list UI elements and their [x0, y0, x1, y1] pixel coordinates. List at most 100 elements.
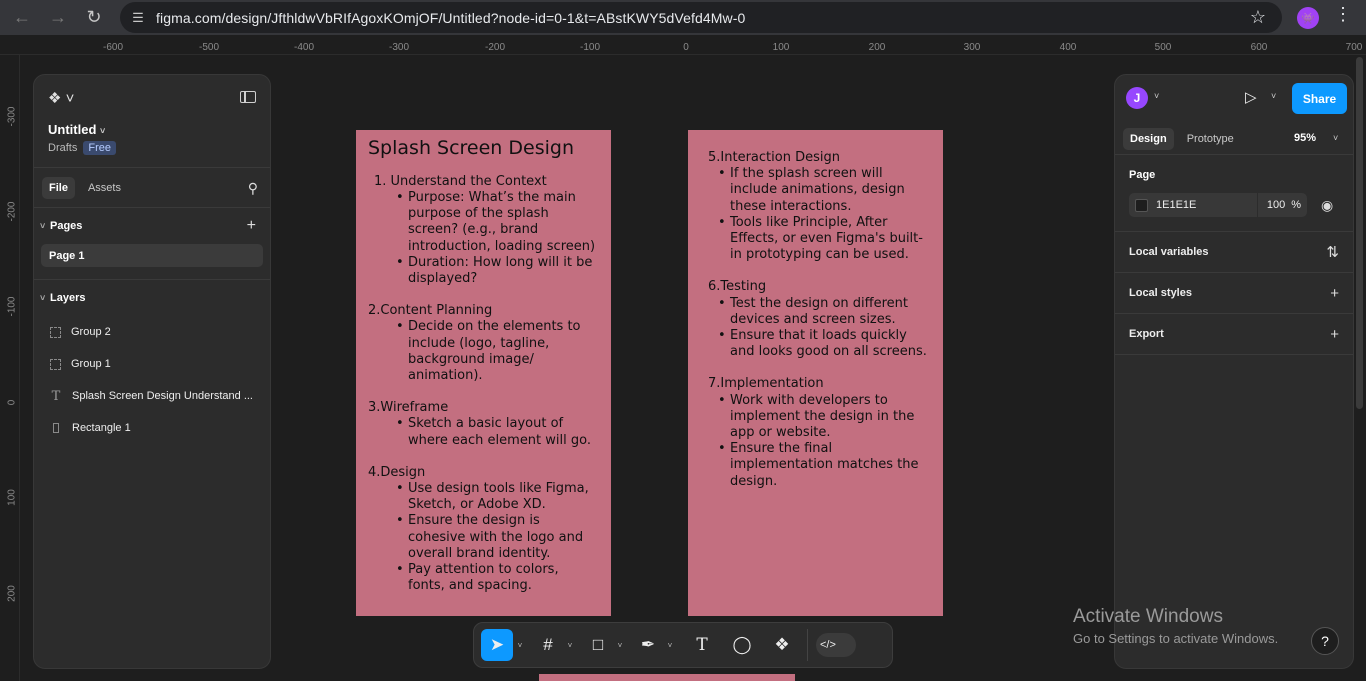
rectangle-tool-icon[interactable]: □: [583, 629, 613, 661]
site-info-icon[interactable]: ☰: [120, 10, 156, 26]
layers-header[interactable]: ˅ Layers: [34, 280, 270, 316]
watermark-subtitle: Go to Settings to activate Windows.: [1073, 631, 1279, 646]
frame-tool-icon[interactable]: #: [533, 629, 563, 661]
ruler-tick: -500: [198, 42, 220, 53]
tab-file[interactable]: File: [42, 176, 75, 199]
opacity-value[interactable]: 100: [1267, 199, 1285, 211]
forward-icon[interactable]: →: [40, 0, 76, 35]
list-item: If the splash screen will include animat…: [718, 166, 931, 215]
ruler-tick: 100: [772, 42, 790, 53]
ruler-tick: -400: [293, 42, 315, 53]
chevron-down-icon[interactable]: ˅: [1154, 91, 1159, 101]
background-fill-row: 1E1E1E 100 % ◉: [1129, 193, 1353, 217]
chevron-down-icon: ˅: [40, 221, 46, 231]
back-icon[interactable]: ←: [4, 0, 40, 35]
drafts-link[interactable]: Drafts: [48, 142, 77, 154]
layer-row[interactable]: T Splash Screen Design Understand ...: [34, 380, 270, 412]
list-item: Duration: How long will it be displayed?: [396, 255, 599, 287]
chevron-down-icon[interactable]: ˅: [513, 641, 527, 650]
tab-design[interactable]: Design: [1123, 127, 1174, 150]
chevron-down-icon[interactable]: ˅: [563, 641, 577, 650]
variables-sliders-icon[interactable]: ⇅: [1326, 243, 1339, 261]
help-button[interactable]: ?: [1311, 627, 1339, 655]
search-icon[interactable]: ⚲: [248, 180, 258, 197]
share-button[interactable]: Share: [1292, 83, 1347, 114]
move-tool-icon[interactable]: ➤: [481, 629, 513, 661]
export-label: Export: [1129, 328, 1164, 340]
canvas-scrollbar[interactable]: [1356, 57, 1363, 409]
list-item: Ensure that it loads quickly and looks g…: [718, 328, 931, 360]
local-styles-row[interactable]: Local styles +: [1115, 273, 1353, 314]
layer-name: Rectangle 1: [72, 422, 131, 434]
avatar[interactable]: J: [1126, 87, 1148, 109]
file-name-button[interactable]: Untitled ˅: [48, 122, 105, 137]
fill-hex[interactable]: 1E1E1E: [1156, 199, 1196, 211]
browser-toolbar: ← → ↻ ☰ figma.com/design/JfthldwVbRIfAgo…: [0, 0, 1366, 35]
section-heading: 1. Understand the Context: [374, 173, 547, 189]
address-bar[interactable]: ☰ figma.com/design/JfthldwVbRIfAgoxKOmjO…: [120, 2, 1282, 33]
ruler-horizontal: -600 -500 -400 -300 -200 -100 0 100 200 …: [0, 41, 1366, 55]
actions-tool-icon[interactable]: ❖: [765, 629, 799, 661]
chevron-down-icon[interactable]: ˅: [1333, 133, 1338, 143]
section-heading: 4.Design: [368, 464, 426, 480]
export-row[interactable]: Export +: [1115, 314, 1353, 355]
comment-tool-icon[interactable]: ◯: [725, 629, 759, 661]
local-variables-label: Local variables: [1129, 246, 1209, 258]
pages-header[interactable]: ˅ Pages +: [34, 208, 270, 244]
zoom-level[interactable]: 95%: [1294, 132, 1316, 144]
bullet-list: Work with developers to implement the de…: [708, 393, 931, 490]
reload-icon[interactable]: ↻: [76, 0, 112, 35]
add-style-icon[interactable]: +: [1330, 285, 1339, 302]
bookmark-star-icon[interactable]: ☆: [1250, 7, 1266, 28]
ruler-tick: -200: [6, 201, 18, 222]
layer-row[interactable]: Group 1: [34, 348, 270, 380]
figma-menu-icon[interactable]: ❖ ˅: [48, 89, 74, 107]
fill-color-field[interactable]: 1E1E1E: [1129, 193, 1257, 217]
page-item[interactable]: Page 1: [41, 244, 263, 267]
plan-badge[interactable]: Free: [83, 141, 116, 155]
tab-prototype[interactable]: Prototype: [1180, 128, 1241, 150]
add-export-icon[interactable]: +: [1330, 326, 1339, 343]
opacity-field[interactable]: 100 %: [1257, 193, 1307, 217]
canvas-frame-group-2[interactable]: 5.Interaction Design If the splash scree…: [688, 130, 943, 616]
color-swatch[interactable]: [1135, 198, 1148, 212]
bullet-list: Purpose: What’s the main purpose of the …: [368, 190, 599, 287]
file-location: Drafts Free: [48, 141, 116, 155]
local-variables-row[interactable]: Local variables ⇅: [1115, 232, 1353, 273]
profile-avatar[interactable]: 👾: [1297, 7, 1319, 29]
list-item: Ensure the design is cohesive with the l…: [396, 513, 599, 562]
add-page-icon[interactable]: +: [247, 217, 256, 235]
bullet-list: Use design tools like Figma, Sketch, or …: [368, 481, 599, 594]
pen-tool-icon[interactable]: ✒: [633, 629, 663, 661]
ruler-tick: 300: [963, 42, 981, 53]
dev-mode-toggle[interactable]: </>: [816, 633, 856, 657]
canvas-frame-group-1[interactable]: Splash Screen Design 1. Understand the C…: [356, 130, 611, 616]
list-item: Ensure the final implementation matches …: [718, 441, 931, 490]
browser-menu-icon[interactable]: ⋮: [1334, 4, 1352, 25]
ruler-tick: 400: [1059, 42, 1077, 53]
chevron-down-icon[interactable]: ˅: [663, 641, 677, 650]
eye-icon[interactable]: ◉: [1321, 197, 1333, 214]
left-tabs: File Assets ⚲: [34, 168, 270, 208]
tab-assets[interactable]: Assets: [81, 177, 128, 199]
sidebar-toggle-icon[interactable]: [240, 91, 256, 103]
layer-row[interactable]: Group 2: [34, 316, 270, 348]
chevron-down-icon[interactable]: ˅: [613, 641, 627, 650]
list-item: Test the design on different devices and…: [718, 296, 931, 328]
present-play-icon[interactable]: ▷: [1245, 88, 1257, 106]
group-icon: [50, 326, 61, 338]
url-text[interactable]: figma.com/design/JfthldwVbRIfAgoxKOmjOF/…: [156, 10, 745, 26]
ruler-tick: -100: [6, 296, 18, 317]
canvas-rectangle-1[interactable]: [539, 674, 795, 681]
ruler-vertical: -300 -200 -100 0 100 200: [0, 55, 20, 681]
text-tool-icon[interactable]: T: [685, 629, 719, 661]
ruler-tick: 0: [683, 42, 689, 53]
frame-text: 1. Understand the Context Purpose: What’…: [368, 174, 599, 595]
chevron-down-icon[interactable]: ˅: [1271, 91, 1276, 101]
bullet-list: Sketch a basic layout of where each elem…: [368, 416, 599, 448]
section-heading: 5.Interaction Design: [708, 150, 840, 165]
list-item: Purpose: What’s the main purpose of the …: [396, 190, 599, 255]
properties-tabs: Design Prototype 95% ˅: [1115, 123, 1353, 155]
group-icon: [50, 358, 61, 370]
layer-row[interactable]: Rectangle 1: [34, 412, 270, 444]
